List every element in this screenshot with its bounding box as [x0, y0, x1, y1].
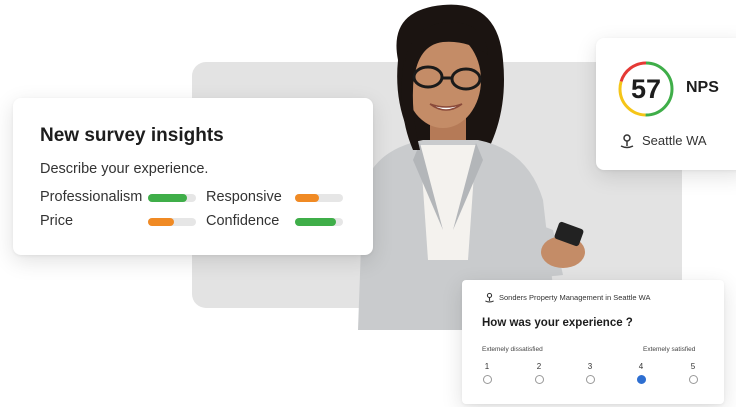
nps-location: Seattle WA [642, 133, 707, 148]
location-pin-icon [620, 134, 634, 149]
rating-number: 4 [638, 362, 644, 371]
metric-bar-price [148, 218, 196, 226]
nps-score: 57 [630, 74, 662, 104]
rating-number: 1 [484, 362, 490, 371]
metric-label-professionalism: Professionalism [40, 189, 143, 205]
rating-option-2[interactable]: 2 [531, 362, 547, 384]
nps-label: NPS [686, 79, 719, 96]
rating-number: 5 [690, 362, 696, 371]
insights-title: New survey insights [40, 125, 224, 146]
metric-bar-professionalism [148, 194, 196, 202]
metric-bar-responsive [295, 194, 343, 202]
rating-number: 3 [587, 362, 593, 371]
insights-subtitle: Describe your experience. [40, 161, 209, 177]
survey-question: How was your experience ? [482, 317, 633, 329]
scale-low-label: Extemely dissatisfied [482, 346, 543, 353]
metric-label-confidence: Confidence [206, 213, 280, 229]
survey-insights-card: New survey insights Describe your experi… [13, 98, 373, 255]
metric-bar-confidence [295, 218, 343, 226]
rating-option-1[interactable]: 1 [479, 362, 495, 384]
rating-option-3[interactable]: 3 [582, 362, 598, 384]
metric-label-responsive: Responsive [206, 189, 282, 205]
scale-high-label: Extemely satisfied [643, 346, 696, 353]
rating-option-4[interactable]: 4 [633, 362, 649, 384]
rating-radio[interactable] [482, 375, 492, 384]
rating-radio[interactable] [688, 375, 698, 384]
survey-header: Sonders Property Management in Seattle W… [499, 293, 651, 302]
survey-question-card: Sonders Property Management in Seattle W… [462, 280, 724, 404]
rating-radio[interactable] [534, 375, 544, 384]
rating-radio[interactable] [585, 375, 595, 384]
rating-number: 2 [536, 362, 542, 371]
location-pin-icon [485, 292, 494, 303]
rating-option-5[interactable]: 5 [685, 362, 701, 384]
nps-card: 57 NPS Seattle WA [596, 38, 736, 170]
metric-label-price: Price [40, 213, 74, 229]
rating-radio[interactable] [636, 375, 646, 384]
